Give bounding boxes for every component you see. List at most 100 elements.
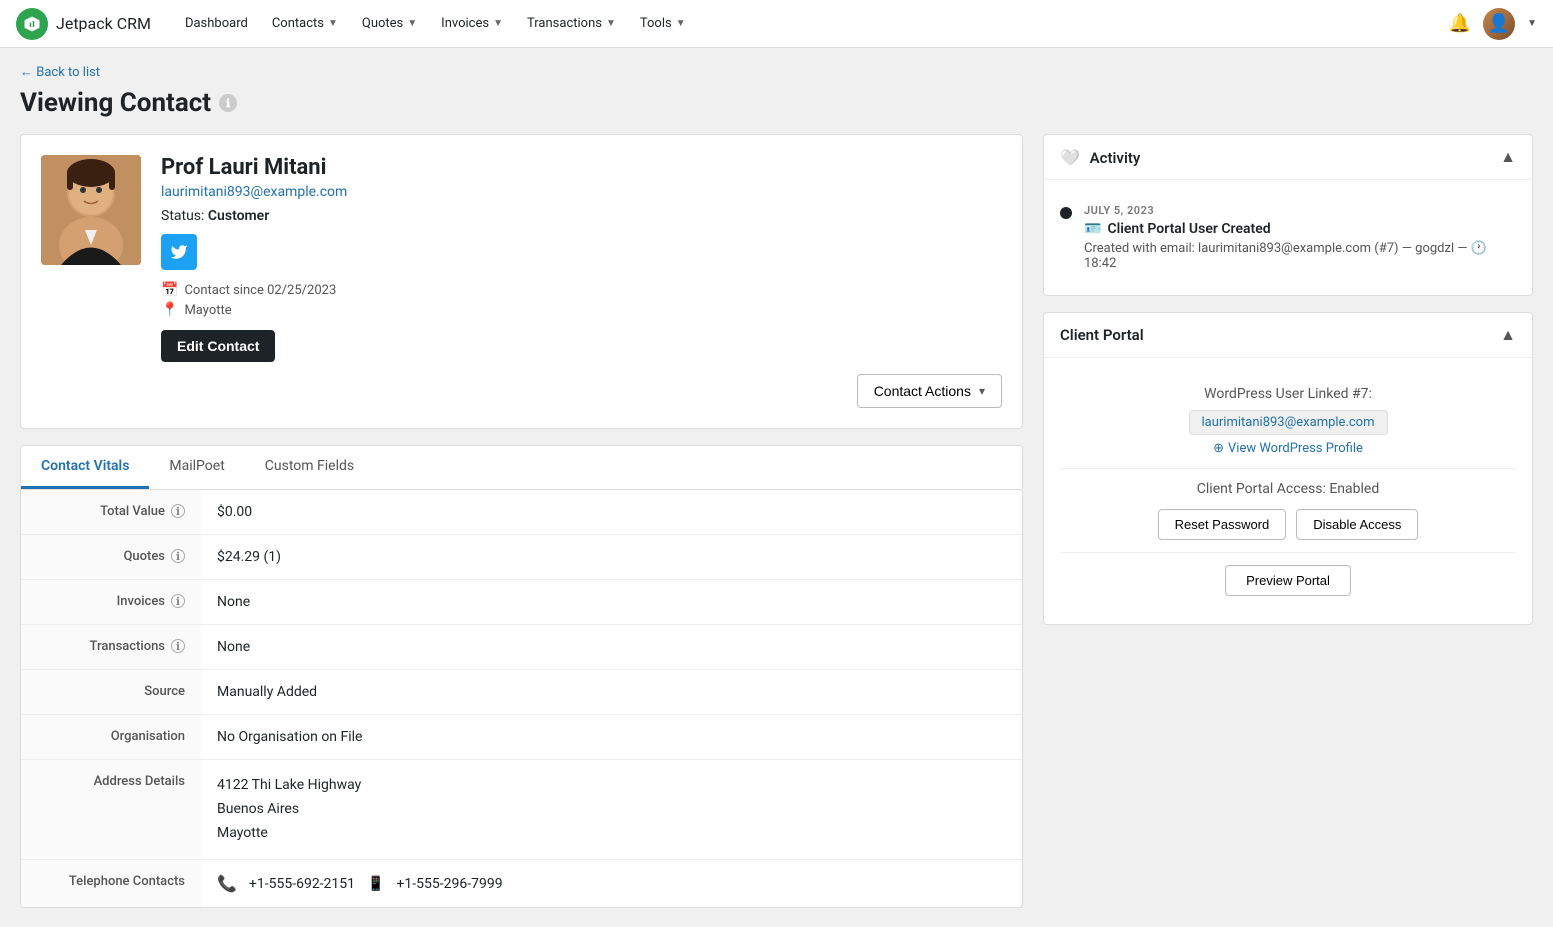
client-portal-title: Client Portal: [1060, 326, 1144, 344]
phone-number-1: +1-555-692-2151: [249, 876, 355, 892]
contact-header: Prof Lauri Mitani laurimitani893@example…: [41, 155, 1002, 362]
activity-collapse-icon[interactable]: ▲: [1500, 147, 1516, 167]
contact-name: Prof Lauri Mitani: [161, 155, 1002, 180]
label-address: Address Details: [21, 760, 201, 859]
value-total-value: $0.00: [201, 490, 1022, 534]
label-quotes: Quotes ℹ: [21, 535, 201, 579]
nav-tools[interactable]: Tools ▼: [630, 10, 696, 37]
twitter-button[interactable]: [161, 234, 197, 270]
contact-info: Prof Lauri Mitani laurimitani893@example…: [161, 155, 1002, 362]
value-transactions: None: [201, 625, 1022, 669]
disable-access-button[interactable]: Disable Access: [1296, 509, 1418, 540]
tab-contact-vitals[interactable]: Contact Vitals: [21, 446, 149, 489]
invoices-caret-icon: ▼: [493, 18, 503, 29]
activity-heart-icon: 🤍: [1060, 148, 1080, 167]
activity-panel: 🤍 Activity ▲ JULY 5, 2023 🪪 Client Porta…: [1043, 134, 1533, 296]
preview-portal-button[interactable]: Preview Portal: [1225, 565, 1351, 596]
label-telephone: Telephone Contacts: [21, 860, 201, 907]
phone-mobile-icon: 📱: [367, 876, 384, 892]
contacts-caret-icon: ▼: [328, 18, 338, 29]
client-portal-collapse-icon[interactable]: ▲: [1500, 325, 1516, 345]
contact-email[interactable]: laurimitani893@example.com: [161, 184, 1002, 200]
transactions-caret-icon: ▼: [606, 18, 616, 29]
nav-dashboard[interactable]: Dashboard: [175, 10, 258, 37]
label-transactions: Transactions ℹ: [21, 625, 201, 669]
label-invoices: Invoices ℹ: [21, 580, 201, 624]
activity-panel-title: 🤍 Activity: [1060, 148, 1140, 167]
activity-title: Client Portal User Created: [1107, 221, 1270, 237]
value-address: 4122 Thi Lake HighwayBuenos AiresMayotte: [201, 760, 1022, 859]
contact-location: 📍 Mayotte: [161, 302, 1002, 318]
tools-caret-icon: ▼: [676, 18, 686, 29]
activity-panel-body: JULY 5, 2023 🪪 Client Portal User Create…: [1044, 180, 1532, 295]
jetpack-logo-icon: [16, 8, 48, 40]
table-row: Address Details 4122 Thi Lake HighwayBue…: [21, 760, 1022, 860]
phone-row: 📞 +1-555-692-2151 📱 +1-555-296-7999: [217, 874, 1006, 893]
left-column: Prof Lauri Mitani laurimitani893@example…: [20, 134, 1023, 908]
reset-password-button[interactable]: Reset Password: [1158, 509, 1287, 540]
activity-description: Created with email: laurimitani893@examp…: [1084, 241, 1516, 271]
user-menu-caret-icon[interactable]: ▼: [1527, 18, 1537, 29]
value-telephone: 📞 +1-555-692-2151 📱 +1-555-296-7999: [201, 860, 1022, 907]
table-row: Organisation No Organisation on File: [21, 715, 1022, 760]
table-row: Transactions ℹ None: [21, 625, 1022, 670]
contact-actions-row: Contact Actions ▾: [41, 374, 1002, 408]
client-portal-panel: Client Portal ▲ WordPress User Linked #7…: [1043, 312, 1533, 625]
contact-actions-caret-icon: ▾: [979, 384, 985, 398]
value-source: Manually Added: [201, 670, 1022, 714]
invoices-info-icon[interactable]: ℹ: [171, 594, 185, 608]
calendar-icon: 📅: [161, 282, 178, 298]
contact-meta: 📅 Contact since 02/25/2023 📍 Mayotte: [161, 282, 1002, 318]
page-title: Viewing Contact ℹ: [20, 88, 1533, 118]
vitals-table: Total Value ℹ $0.00 Quotes ℹ $24.29 (1): [20, 489, 1023, 908]
value-quotes: $24.29 (1): [201, 535, 1022, 579]
contact-status: Status: Customer: [161, 208, 1002, 224]
value-organisation: No Organisation on File: [201, 715, 1022, 759]
table-row: Invoices ℹ None: [21, 580, 1022, 625]
wordpress-icon: ⊕: [1213, 441, 1224, 456]
activity-content: JULY 5, 2023 🪪 Client Portal User Create…: [1084, 204, 1516, 271]
total-value-info-icon[interactable]: ℹ: [171, 504, 185, 518]
edit-contact-button[interactable]: Edit Contact: [161, 330, 275, 362]
label-source: Source: [21, 670, 201, 714]
client-portal-panel-header: Client Portal ▲: [1044, 313, 1532, 358]
activity-dot: [1060, 207, 1072, 219]
page-content: ← Back to list Viewing Contact ℹ: [0, 48, 1553, 924]
quotes-caret-icon: ▼: [407, 18, 417, 29]
tab-custom-fields[interactable]: Custom Fields: [245, 446, 374, 489]
cp-access-label: Client Portal Access: Enabled: [1060, 481, 1516, 497]
nav-transactions[interactable]: Transactions ▼: [517, 10, 626, 37]
tab-mailpoet[interactable]: MailPoet: [149, 446, 244, 489]
notification-bell-icon[interactable]: 🔔: [1449, 13, 1471, 34]
label-total-value: Total Value ℹ: [21, 490, 201, 534]
cp-view-profile-link[interactable]: ⊕ View WordPress Profile: [1060, 441, 1516, 456]
contact-since: 📅 Contact since 02/25/2023: [161, 282, 1002, 298]
cp-wp-user-label: WordPress User Linked #7:: [1060, 386, 1516, 402]
contact-photo: [41, 155, 141, 265]
value-invoices: None: [201, 580, 1022, 624]
main-nav: Dashboard Contacts ▼ Quotes ▼ Invoices ▼…: [175, 10, 1449, 37]
nav-contacts[interactable]: Contacts ▼: [262, 10, 348, 37]
table-row: Quotes ℹ $24.29 (1): [21, 535, 1022, 580]
page-info-icon[interactable]: ℹ: [219, 94, 237, 112]
cp-access-section: Client Portal Access: Enabled Reset Pass…: [1060, 469, 1516, 553]
table-row: Telephone Contacts 📞 +1-555-692-2151 📱 +…: [21, 860, 1022, 907]
quotes-info-icon[interactable]: ℹ: [171, 549, 185, 563]
back-to-list-link[interactable]: ← Back to list: [20, 64, 100, 80]
table-row: Total Value ℹ $0.00: [21, 490, 1022, 535]
transactions-info-icon[interactable]: ℹ: [171, 639, 185, 653]
activity-card-icon: 🪪: [1084, 221, 1101, 237]
location-icon: 📍: [161, 302, 178, 318]
cp-preview-section: Preview Portal: [1060, 553, 1516, 608]
logo[interactable]: Jetpack CRM: [16, 8, 151, 40]
nav-quotes[interactable]: Quotes ▼: [352, 10, 427, 37]
cp-email-badge: laurimitani893@example.com: [1189, 410, 1388, 435]
table-row: Source Manually Added: [21, 670, 1022, 715]
user-avatar[interactable]: 👤: [1483, 8, 1515, 40]
main-layout: Prof Lauri Mitani laurimitani893@example…: [20, 134, 1533, 908]
contact-card: Prof Lauri Mitani laurimitani893@example…: [20, 134, 1023, 429]
activity-item: JULY 5, 2023 🪪 Client Portal User Create…: [1060, 196, 1516, 279]
nav-invoices[interactable]: Invoices ▼: [431, 10, 513, 37]
contact-actions-button[interactable]: Contact Actions ▾: [857, 374, 1002, 408]
client-portal-body: WordPress User Linked #7: laurimitani893…: [1044, 358, 1532, 624]
